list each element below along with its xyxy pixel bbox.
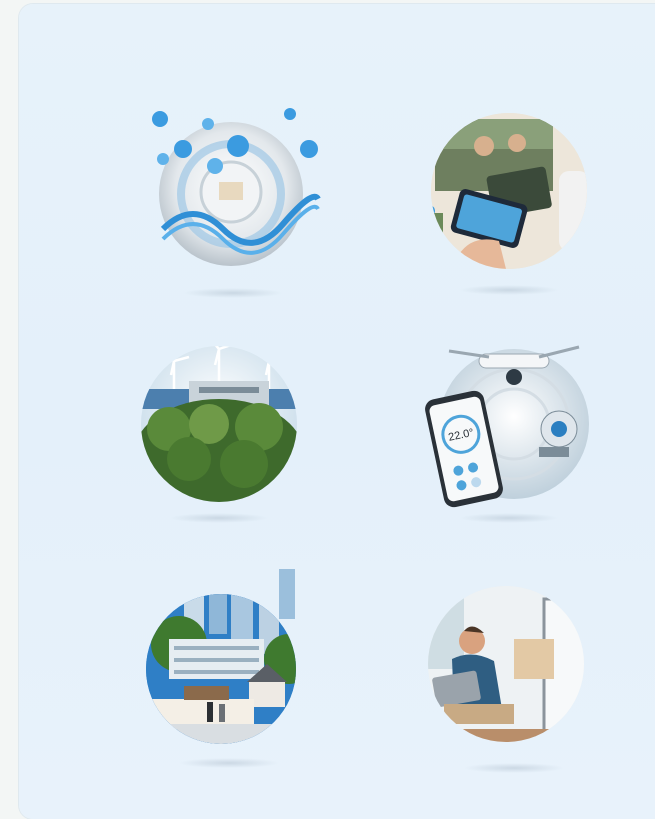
drop-shadow (183, 288, 283, 298)
skyscraper (209, 594, 227, 634)
remote-work-laptop-sphere-illustration[interactable] (424, 579, 604, 773)
renewable-energy-sphere-illustration[interactable] (129, 329, 309, 523)
home-entertainment-sphere-illustration[interactable] (419, 101, 599, 295)
city-buildings-sphere-illustration[interactable] (139, 569, 319, 768)
building-icon (219, 182, 243, 200)
drop-shadow (459, 513, 559, 523)
drop-shadow (464, 763, 564, 773)
smart-devices-drone-robot-sphere-illustration[interactable]: 22.0° (419, 329, 599, 523)
person (207, 702, 213, 722)
drop-shadow (169, 513, 269, 523)
paper-bag (514, 639, 554, 679)
drop-shadow (459, 285, 559, 295)
drop-shadow (179, 758, 279, 768)
dna-molecule-sphere-illustration[interactable] (143, 104, 323, 298)
illustration-gallery-card: 22.0° (19, 4, 655, 819)
robot-icon (559, 171, 587, 251)
